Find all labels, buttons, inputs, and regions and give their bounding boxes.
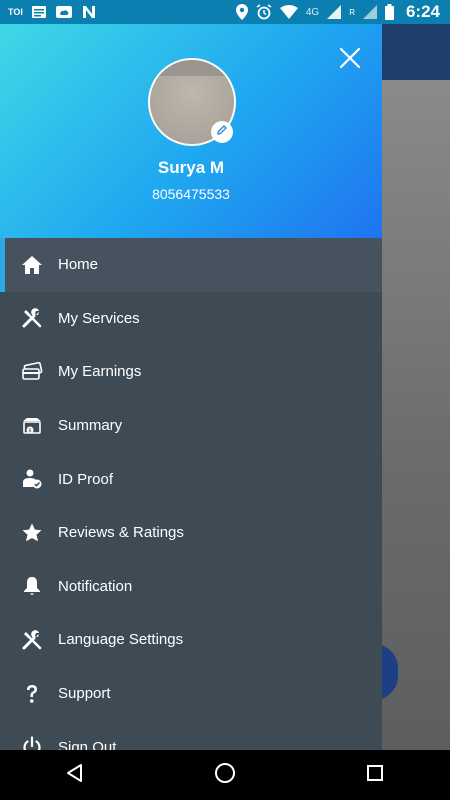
menu-item-label: Summary: [58, 417, 123, 435]
tools-icon: [20, 628, 44, 652]
menu-item-label: ID Proof: [58, 470, 114, 488]
battery-icon: [384, 4, 394, 20]
menu-item-id-proof[interactable]: ID Proof: [0, 452, 382, 506]
back-triangle-icon: [65, 763, 85, 788]
signal-icon: [327, 5, 342, 19]
menu-item-sign-out[interactable]: Sign Out: [0, 720, 382, 750]
power-icon: [20, 735, 44, 750]
menu-item-home[interactable]: Home: [0, 238, 382, 292]
status-bar: TOI 4G R 6:24: [0, 0, 450, 24]
message-icon: [31, 5, 47, 19]
tools-icon: [20, 306, 44, 330]
menu-item-label: Home: [58, 256, 99, 274]
menu-item-summary[interactable]: $ Summary: [0, 399, 382, 453]
menu-item-label: Reviews & Ratings: [58, 524, 184, 542]
home-button[interactable]: [205, 755, 245, 795]
menu-item-reviews-ratings[interactable]: Reviews & Ratings: [0, 506, 382, 560]
svg-text:$: $: [28, 428, 31, 434]
bell-icon: [20, 574, 44, 598]
roaming-label: R: [349, 7, 355, 17]
close-drawer-button[interactable]: [336, 46, 364, 74]
menu-item-label: My Earnings: [58, 363, 142, 381]
edit-avatar-button[interactable]: [211, 121, 233, 143]
alarm-icon: [256, 4, 272, 20]
pencil-icon: [216, 123, 228, 141]
location-icon: [235, 4, 248, 20]
menu-item-support[interactable]: Support: [0, 667, 382, 721]
user-name: Surya M: [157, 158, 225, 177]
n-app-icon: [81, 5, 97, 19]
cards-icon: [20, 360, 44, 384]
clock: 6:24: [405, 2, 440, 21]
summary-icon: $: [20, 414, 44, 438]
star-icon: [20, 521, 44, 545]
drawer-header: Surya M 8056475533: [0, 24, 382, 238]
menu-item-label: Language Settings: [58, 631, 184, 649]
system-navigation-bar: [0, 750, 450, 800]
signal-icon-2: [362, 5, 377, 19]
question-icon: [20, 682, 44, 706]
menu-item-my-earnings[interactable]: My Earnings: [0, 345, 382, 399]
cloud-app-icon: [55, 5, 73, 19]
toi-app-icon: TOI: [8, 7, 23, 17]
menu-item-label: Notification: [58, 577, 133, 595]
menu-item-notification[interactable]: Notification: [0, 560, 382, 614]
back-button[interactable]: [55, 755, 95, 795]
menu-item-label: Support: [58, 685, 111, 703]
wifi-icon: [279, 5, 298, 19]
close-icon: [338, 46, 362, 75]
menu-item-label: My Services: [58, 309, 140, 327]
menu-item-language-settings[interactable]: Language Settings: [0, 613, 382, 667]
recents-button[interactable]: [355, 755, 395, 795]
network-type-label: 4G: [305, 6, 320, 18]
menu-item-label: Sign Out: [58, 738, 117, 750]
drawer-menu: Home My Services My Earnings $ Summary I…: [0, 238, 382, 750]
user-phone: 8056475533: [152, 186, 230, 202]
recents-square-icon: [366, 764, 384, 787]
id-proof-icon: [20, 467, 44, 491]
menu-item-my-services[interactable]: My Services: [0, 292, 382, 346]
navigation-drawer: Surya M 8056475533 Home My Services My E…: [0, 24, 382, 750]
home-circle-icon: [214, 762, 236, 789]
home-icon: [20, 253, 44, 277]
